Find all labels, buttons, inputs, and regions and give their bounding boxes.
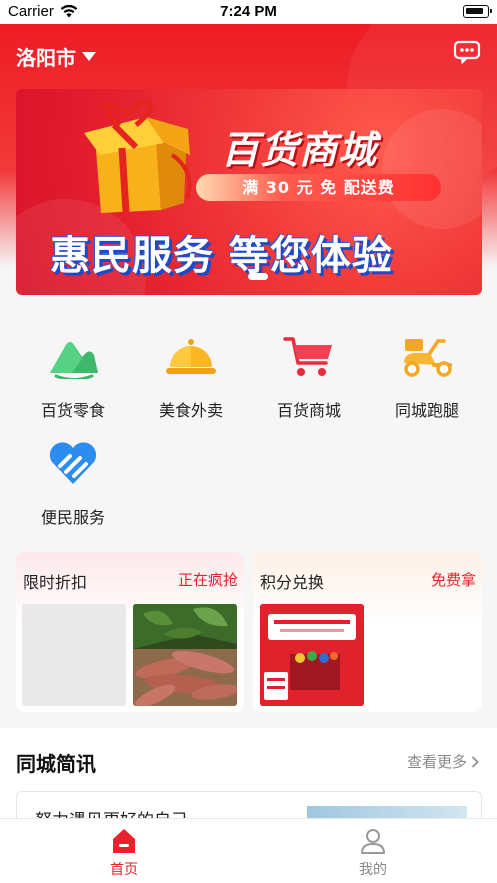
points-exchange-card[interactable]: 积分兑换 免费拿 — [253, 552, 482, 712]
city-label: 洛阳市 — [16, 46, 76, 70]
chocolate-gift-image[interactable] — [260, 604, 364, 706]
category-item[interactable]: 百货商城 — [254, 333, 364, 421]
user-icon — [361, 829, 385, 854]
bottom-tab-bar: 首页 我的 — [0, 818, 497, 883]
category-label: 百货零食 — [40, 401, 105, 420]
category-label: 百货商城 — [276, 401, 341, 420]
heart-handshake-icon — [49, 442, 97, 484]
chat-bubble-icon[interactable] — [453, 40, 481, 64]
flash-sale-card[interactable]: 限时折扣 正在疯抢 — [16, 552, 244, 712]
category-item[interactable]: 同城跑腿 — [372, 333, 482, 421]
tab-profile[interactable]: 我的 — [249, 819, 497, 883]
category-label: 便民服务 — [40, 508, 105, 527]
promo-banner[interactable]: 百货商城 满 30 元 免 配送费 惠民服务 等您体验 — [16, 89, 482, 295]
flash-sale-title: 限时折扣 — [23, 573, 88, 592]
category-item[interactable]: 便民服务 — [18, 440, 128, 528]
product-image-placeholder[interactable] — [22, 604, 126, 706]
chevron-right-icon — [471, 755, 479, 768]
news-section-title: 同城简讯 — [16, 752, 96, 776]
home-icon — [113, 829, 135, 853]
caret-down-icon — [82, 52, 96, 61]
shopping-cart-icon — [283, 337, 332, 376]
category-label: 美食外卖 — [158, 401, 223, 420]
view-more-label: 查看更多 — [406, 753, 467, 771]
city-news-section: 同城简讯 查看更多 努力遇见更好的自己 — [0, 728, 497, 831]
category-item[interactable]: 百货零食 — [18, 333, 128, 421]
sweet-potato-image[interactable] — [133, 604, 237, 706]
banner-decoration — [382, 109, 482, 229]
banner-title: 百货商城 — [221, 128, 378, 172]
flash-sale-tag[interactable]: 正在疯抢 — [178, 569, 238, 590]
mountain-icon — [50, 342, 98, 379]
banner-offer: 满 30 元 免 配送费 — [196, 174, 441, 201]
tab-profile-label: 我的 — [359, 862, 387, 878]
tab-home[interactable]: 首页 — [0, 819, 248, 883]
city-selector[interactable]: 洛阳市 — [16, 42, 96, 71]
carousel-indicator — [248, 273, 268, 280]
tab-home-label: 首页 — [110, 862, 138, 878]
category-item[interactable]: 美食外卖 — [136, 333, 246, 421]
category-label: 同城跑腿 — [394, 401, 459, 420]
view-more-link[interactable]: 查看更多 — [407, 751, 479, 772]
food-cloche-icon — [166, 339, 216, 374]
points-exchange-title: 积分兑换 — [260, 573, 325, 592]
scooter-icon — [404, 339, 452, 377]
points-exchange-tag[interactable]: 免费拿 — [431, 569, 476, 590]
gift-box-icon — [84, 99, 192, 213]
